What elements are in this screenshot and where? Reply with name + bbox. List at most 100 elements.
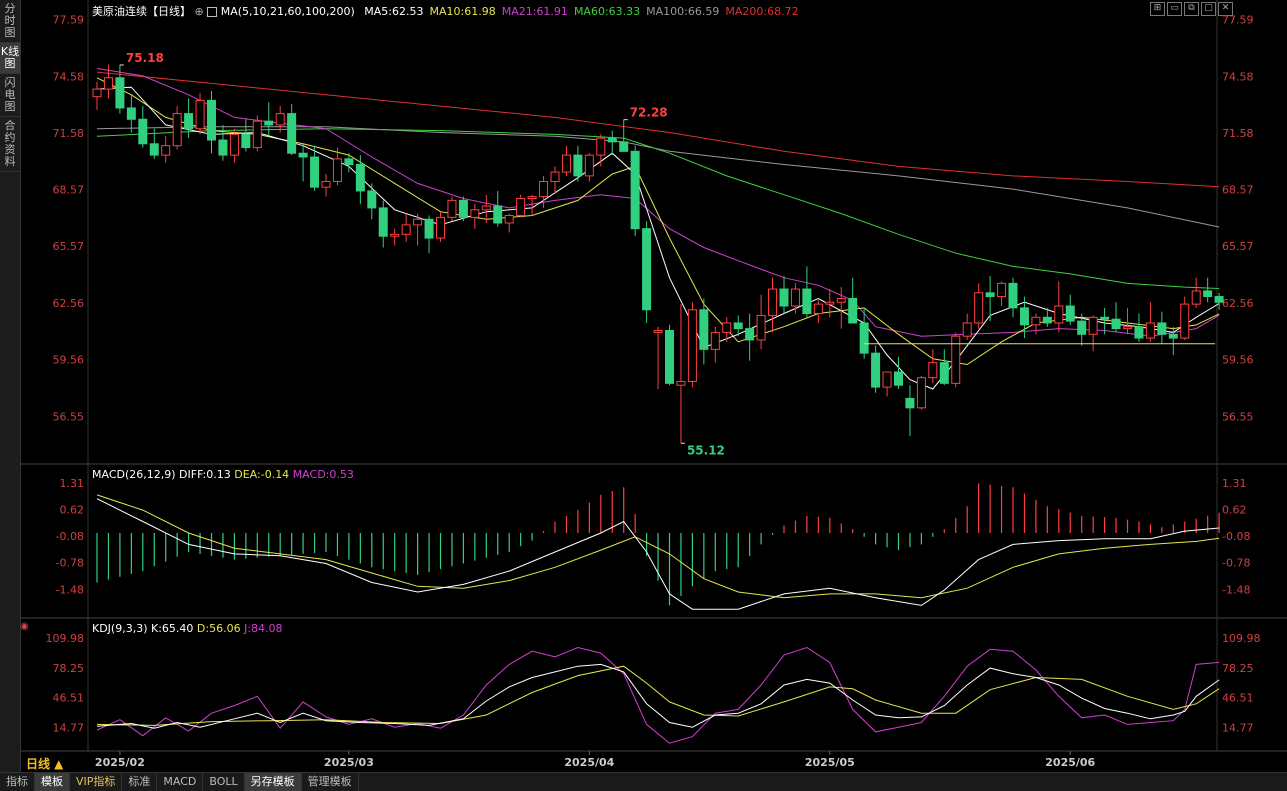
candle-body (401, 224, 411, 235)
bottom-tab-0[interactable]: 指标 (0, 773, 35, 791)
extreme-label: 72.28 (630, 106, 668, 120)
bottom-tab-1[interactable]: 模板 (35, 773, 70, 791)
candle-body (1054, 305, 1064, 324)
candle-body (871, 352, 881, 388)
candle-body (1100, 316, 1110, 320)
candle-body (1088, 316, 1098, 335)
candle-body (241, 133, 251, 149)
candle-body (103, 77, 113, 90)
candle-body (92, 88, 102, 98)
candle-body (607, 137, 617, 143)
candle-body (939, 362, 949, 384)
candle-body (447, 199, 457, 218)
period-selector[interactable]: 日线 ▲ (26, 755, 63, 772)
y-tick-left: -0.08 (56, 530, 84, 543)
macd-dea-value: DEA:-0.14 (234, 468, 290, 481)
bottom-tab-2[interactable]: VIP指标 (70, 773, 123, 791)
candle-body (584, 154, 594, 177)
y-tick-right: 62.56 (1222, 297, 1254, 310)
kdj-settings-icon[interactable]: ◉ (20, 621, 29, 632)
candle-body (813, 303, 823, 315)
candle-body (642, 228, 652, 311)
candle-body (1008, 282, 1018, 309)
candle-body (790, 288, 800, 307)
ma-legend-item: MA10:61.98 (429, 5, 496, 18)
y-tick-left: 74.58 (53, 70, 85, 83)
candle-body (481, 205, 491, 211)
x-tick-label: 2025/06 (1045, 756, 1095, 769)
candle-body (985, 292, 995, 298)
y-tick-left: 68.57 (53, 184, 85, 197)
candle-body (894, 371, 903, 386)
candle-body (1203, 290, 1213, 298)
candle-body (458, 199, 468, 218)
y-tick-right: 65.57 (1222, 240, 1254, 253)
candle-body (1168, 333, 1178, 339)
bottom-tab-5[interactable]: BOLL (203, 773, 245, 791)
candle-body (252, 120, 262, 149)
x-tick-label: 2025/05 (805, 756, 855, 769)
bottom-tab-7[interactable]: 管理模板 (302, 773, 359, 791)
y-tick-right: 71.58 (1222, 127, 1254, 140)
candle-body (1077, 320, 1087, 335)
macd-param-label: MACD(26,12,9) (92, 468, 176, 481)
kdj-d-value: D:56.06 (196, 622, 241, 635)
y-tick-left: 46.51 (53, 692, 85, 705)
y-tick-left: -0.78 (56, 557, 84, 570)
chart-canvas: 77.59 77.59 74.58 74.58 71.58 71.58 68.57 68.57… (20, 0, 1287, 769)
candle-body (665, 330, 674, 384)
candle-body (997, 282, 1007, 298)
ma-legend-item: MA21:61.91 (501, 5, 568, 18)
y-tick-left: 71.58 (53, 127, 85, 140)
candle-body (1042, 316, 1052, 324)
candle-body (424, 218, 434, 239)
y-tick-right: 59.56 (1222, 354, 1254, 367)
candle-body (470, 209, 480, 218)
candle-body (321, 181, 331, 188)
candle-body (344, 158, 354, 166)
candle-body (905, 397, 915, 409)
candle-body (962, 322, 972, 337)
candle-body (836, 297, 846, 303)
candle-body (699, 309, 709, 350)
candle-body (756, 314, 766, 341)
y-tick-left: 59.56 (53, 354, 85, 367)
bottom-tab-4[interactable]: MACD (157, 773, 204, 791)
candle-body (573, 154, 583, 177)
candle-body (1065, 305, 1075, 322)
bottom-tab-6[interactable]: 另存模板 (244, 773, 302, 791)
y-tick-left: 109.98 (46, 632, 85, 645)
candle-body (882, 371, 892, 388)
candle-body (172, 113, 182, 147)
y-tick-left: 56.55 (53, 410, 85, 423)
candle-body (195, 99, 205, 130)
candle-body (928, 362, 938, 379)
candle-body (184, 113, 194, 130)
candle-body (527, 196, 537, 199)
candle-body (676, 380, 686, 386)
candle-body (619, 141, 629, 152)
candle-body (1031, 316, 1041, 326)
bottom-tab-3[interactable]: 标准 (122, 773, 158, 791)
candle-body (126, 107, 136, 120)
x-tick-label: 2025/03 (324, 756, 374, 769)
macd-hist-value: MACD:0.53 (292, 468, 354, 481)
y-tick-right: 109.98 (1222, 632, 1261, 645)
y-tick-right: 46.51 (1222, 692, 1254, 705)
kdj-k-value: K:65.40 (151, 622, 194, 635)
y-tick-right: 68.57 (1222, 184, 1254, 197)
chart-title: 美原油连续【日线】 (92, 5, 191, 18)
ma-line-ma100 (96, 126, 1220, 228)
candle-body (596, 137, 606, 156)
candle-body (1134, 326, 1144, 339)
candle-body (974, 292, 984, 324)
kdj-j-value: J:84.08 (244, 622, 283, 635)
lock-icon[interactable]: ⊕ (195, 5, 204, 18)
candle-body (745, 328, 755, 341)
extreme-label: 75.18 (126, 51, 164, 65)
candle-body (493, 205, 503, 224)
candle-body (722, 322, 732, 333)
ma-param-label: MA(5,10,21,60,100,200) (220, 5, 355, 18)
bottom-tab-bar: 指标 模板 VIP指标 标准 MACD BOLL 另存模板 管理模板 (0, 772, 1287, 791)
candle-body (550, 171, 560, 183)
